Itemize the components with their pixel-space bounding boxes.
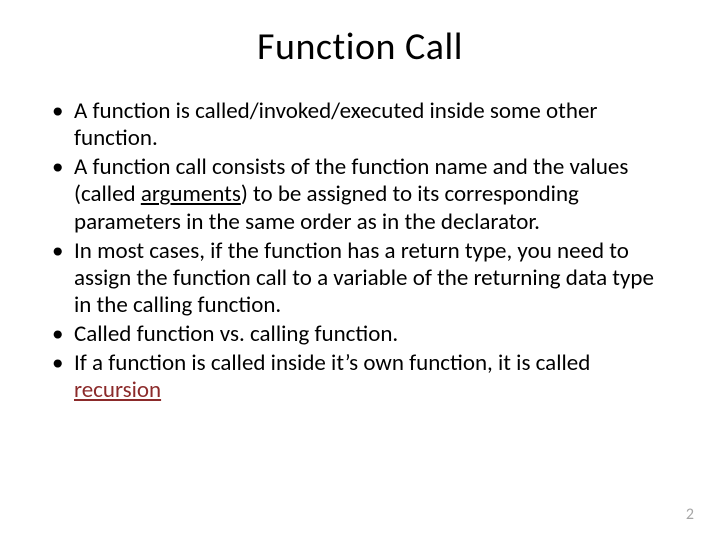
underlined-word: arguments <box>141 180 241 208</box>
bullet-text-pre: If a function is called inside it’s own … <box>74 349 590 377</box>
slide: Function Call A function is called/invok… <box>0 0 720 540</box>
list-item: If a function is called inside it’s own … <box>48 350 672 404</box>
list-item: A function call consists of the function… <box>48 154 672 235</box>
list-item: In most cases, if the function has a ret… <box>48 238 672 319</box>
bullet-text: A function is called/invoked/executed in… <box>74 97 597 152</box>
bullet-text: In most cases, if the function has a ret… <box>74 237 654 319</box>
list-item: Called function vs. calling function. <box>48 321 672 348</box>
recursion-word: recursion <box>74 376 161 404</box>
slide-title: Function Call <box>48 24 672 70</box>
bullet-text: Called function vs. calling function. <box>74 320 398 348</box>
bullet-list: A function is called/invoked/executed in… <box>48 98 672 404</box>
page-number: 2 <box>686 505 694 524</box>
list-item: A function is called/invoked/executed in… <box>48 98 672 152</box>
